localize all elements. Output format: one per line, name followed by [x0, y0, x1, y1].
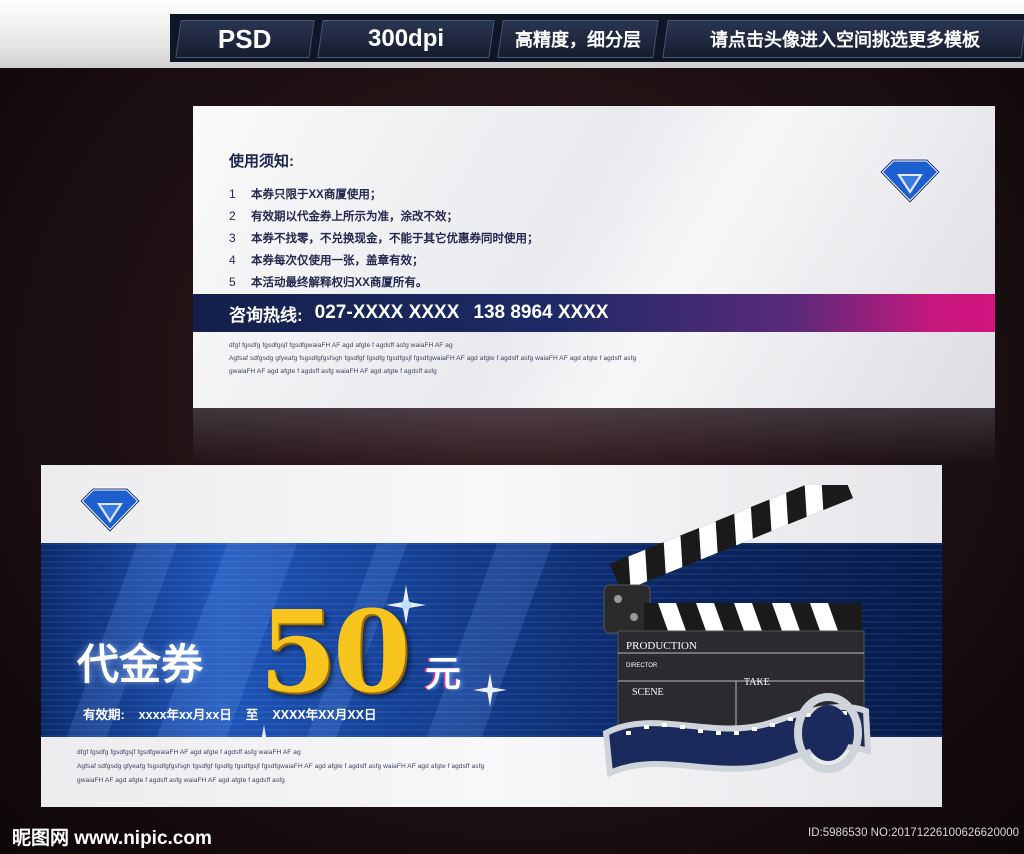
hotline-bar: 咨询热线: 027-XXXX XXXX 138 8964 XXXX: [193, 294, 995, 332]
rule-item: 4 本券每次仅使用一张，盖章有效；: [229, 252, 424, 268]
tab-more-templates: 请点击头像进入空间挑选更多模板: [662, 20, 1024, 58]
fine-print-line: gwaiaFH AF agd afgte f agdsff asfg waiaF…: [77, 777, 285, 784]
clapper-take-label: TAKE: [744, 677, 770, 688]
tab-more-templates-label: 请点击头像进入空间挑选更多模板: [709, 30, 980, 50]
sparkle-icon: [261, 725, 267, 737]
rule-item: 1 本券只限于XX商厦使用；: [229, 186, 381, 202]
voucher-unit: 元: [425, 653, 462, 694]
tab-precision: 高精度，细分层: [497, 20, 659, 58]
notice-title: 使用须知:: [229, 153, 294, 170]
sparkle-icon: [386, 585, 426, 625]
voucher-front-card: 代金券 50 元 有效期: xxxx年xx月xx日至 XXXX年XX月XX日 dfg…: [41, 465, 942, 807]
fine-print-line: dfgf fgsdfg fgsdfgsjf fgsdfgwaiaFH AF ag…: [229, 342, 453, 349]
voucher-amount: 50: [259, 587, 411, 718]
rule-item: 2 有效期以代金券上所示为准，涂改不效；: [229, 208, 458, 224]
rule-text: 本活动最终解释权归XX商厦所有。: [251, 277, 428, 289]
sparkle-icon: [473, 673, 507, 707]
validity-line: 有效期: xxxx年xx月xx日至 XXXX年XX月XX日: [83, 704, 391, 723]
tab-dpi-label: 300dpi: [367, 25, 445, 52]
voucher-title: 代金券: [77, 641, 204, 688]
hotline-phone-mobile: 138 8964 XXXX: [473, 302, 609, 323]
watermark-id: ID:5986530 NO:20171226100626620000: [808, 827, 1020, 839]
fine-print-line: Agfsaf sdfgsdg gfyeafg fsgsdfgfgsfsgh fg…: [229, 355, 637, 362]
light-streak: [420, 543, 557, 737]
hotline-phone-landline: 027-XXXX XXXX: [314, 302, 460, 323]
rule-number: 2: [229, 209, 236, 223]
diamond-logo-icon: [879, 158, 941, 204]
back-card-reflection: [193, 408, 995, 466]
rule-number: 3: [229, 231, 236, 245]
clapper-director-label: DIRECTOR: [626, 663, 658, 669]
rule-number: 4: [229, 253, 236, 267]
tab-psd-label: PSD: [218, 23, 272, 54]
fine-print-line: Agfsaf sdfgsdg gfyeafg fsgsdfgfgsfsgh fg…: [77, 763, 485, 770]
rule-item: 3 本券不找零，不兑换现金，不能于其它优惠券同时使用；: [229, 230, 539, 246]
rule-number: 1: [229, 187, 236, 201]
tab-precision-label: 高精度，细分层: [515, 30, 641, 50]
validity-from: xxxx年xx月xx日: [138, 708, 232, 722]
validity-label: 有效期:: [83, 708, 125, 722]
top-banner: PSD 300dpi 高精度，细分层 请点击头像进入空间挑选更多模板: [0, 0, 1024, 68]
clapper-scene-label: SCENE: [632, 687, 664, 698]
validity-to-word: 至: [245, 708, 259, 722]
tab-dpi: 300dpi: [317, 20, 495, 58]
clapperboard-illustration: PRODUCTION DIRECTOR SCENE TAKE: [602, 485, 872, 778]
diamond-logo-icon: [79, 487, 141, 533]
rule-text: 本券每次仅使用一张，盖章有效；: [251, 255, 424, 267]
watermark-site: 昵图网 www.nipic.com: [12, 828, 212, 849]
hotline-label: 咨询热线:: [229, 305, 303, 325]
rule-text: 本券不找零，不兑换现金，不能于其它优惠券同时使用；: [251, 233, 539, 245]
voucher-back-card: 使用须知: 1 本券只限于XX商厦使用； 2 有效期以代金券上所示为准，涂改不效； …: [193, 106, 995, 408]
fine-print-line: dfgf fgsdfg fgsdfgsjf fgsdfgwaiaFH AF ag…: [77, 749, 301, 756]
rule-text: 本券只限于XX商厦使用；: [251, 189, 382, 201]
clapper-production-label: PRODUCTION: [626, 640, 697, 652]
rule-text: 有效期以代金券上所示为准，涂改不效；: [251, 211, 458, 223]
rule-number: 5: [229, 275, 236, 289]
tab-psd: PSD: [175, 20, 315, 58]
rule-item: 5 本活动最终解释权归XX商厦所有。: [229, 274, 427, 290]
validity-to: XXXX年XX月XX日: [272, 708, 377, 722]
fine-print-line: gwaiaFH AF agd afgte f agdsff asfg waiaF…: [229, 368, 437, 375]
